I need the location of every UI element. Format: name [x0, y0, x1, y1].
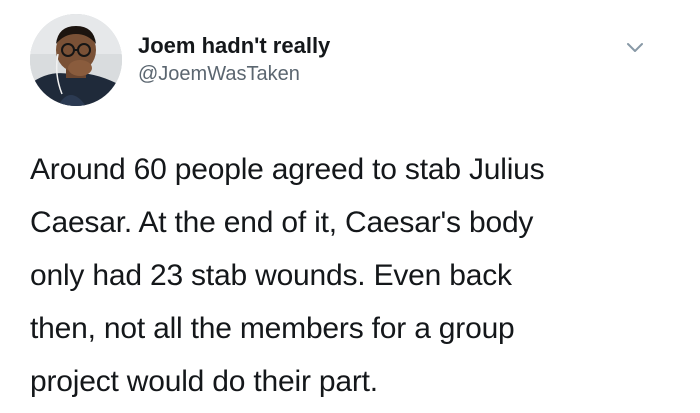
tweet-text: Around 60 people agreed to stab Julius C… [30, 143, 680, 408]
tweet-text-line: Around 60 people agreed to stab Julius [30, 153, 545, 186]
profile-photo-icon [30, 14, 122, 106]
chevron-down-icon [627, 43, 643, 52]
username-handle[interactable]: @JoemWasTaken [138, 62, 330, 86]
tweet-menu-button[interactable] [623, 36, 647, 60]
author-info: Joem hadn't really @JoemWasTaken [138, 33, 330, 86]
avatar[interactable] [30, 14, 122, 106]
tweet-card: Joem hadn't really @JoemWasTaken Around … [0, 0, 700, 413]
tweet-text-line: project would do their part. [30, 365, 378, 398]
tweet-text-line: only had 23 stab wounds. Even back [30, 259, 512, 292]
tweet-text-line: Caesar. At the end of it, Caesar's body [30, 206, 534, 239]
display-name[interactable]: Joem hadn't really [138, 33, 330, 59]
tweet-text-line: then, not all the members for a group [30, 312, 515, 345]
